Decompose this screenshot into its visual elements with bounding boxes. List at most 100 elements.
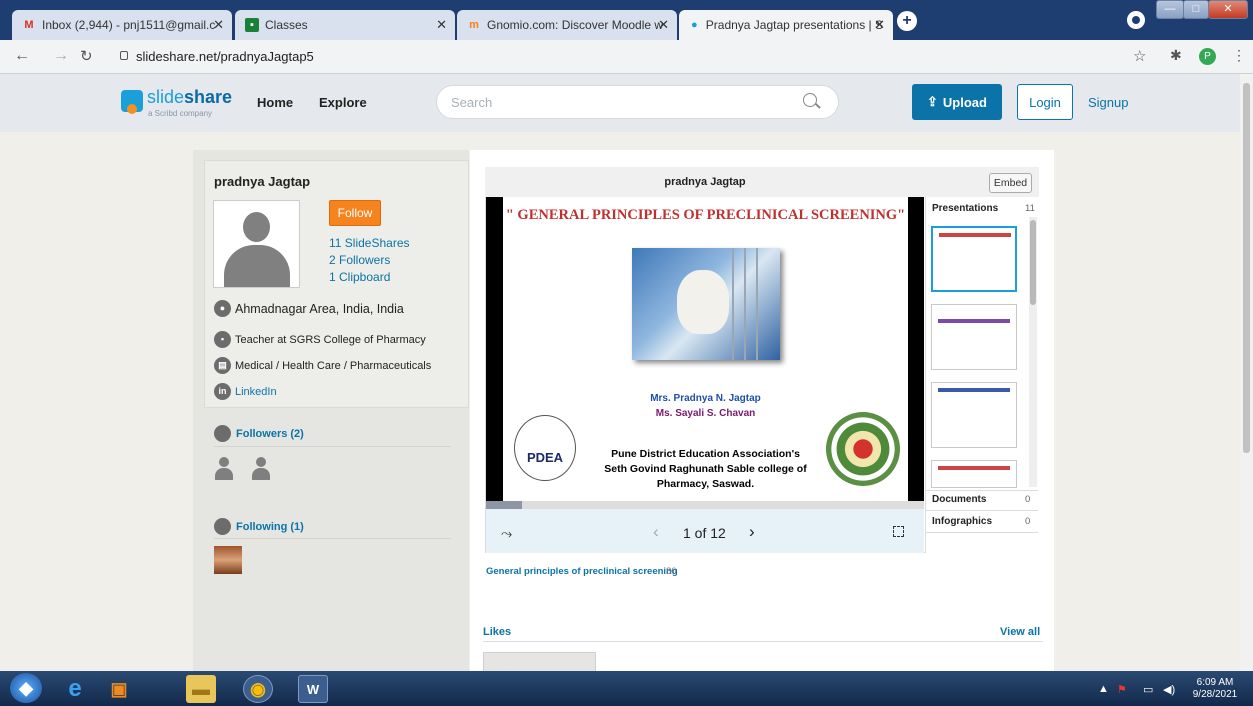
following-heading[interactable]: Following (1): [214, 518, 304, 535]
upload-icon: ⇪: [927, 94, 938, 109]
login-button[interactable]: Login: [1017, 84, 1073, 120]
presentation-title-link[interactable]: General principles of preclinical screen…: [486, 566, 678, 577]
documents-heading[interactable]: Documents: [932, 494, 986, 505]
divider: [214, 446, 451, 447]
presentation-thumbnail[interactable]: [931, 304, 1017, 370]
forward-icon[interactable]: →: [53, 47, 69, 65]
industry-row: ▤ Medical / Health Care / Pharmaceutical…: [214, 357, 431, 374]
url-field[interactable]: slideshare.net/pradnyaJagtap5: [136, 49, 314, 64]
search-input[interactable]: [436, 85, 839, 119]
back-icon[interactable]: ←: [14, 47, 30, 65]
presentations-count: 11: [1025, 203, 1035, 214]
followers-count-link[interactable]: 2 Followers: [329, 253, 390, 267]
next-slide-icon[interactable]: ›: [749, 522, 755, 542]
divider: [926, 490, 1038, 491]
briefcase-icon: ▪: [214, 331, 231, 348]
upload-button[interactable]: ⇪ Upload: [912, 84, 1002, 120]
profile-avatar[interactable]: P: [1199, 48, 1216, 65]
job-row: ▪ Teacher at SGRS College of Pharmacy: [214, 331, 426, 348]
chrome-icon[interactable]: ◉: [243, 675, 273, 703]
nav-home[interactable]: Home: [257, 95, 293, 110]
slide-author: Mrs. Pradnya N. Jagtap: [650, 393, 761, 404]
people-icon: [214, 518, 231, 535]
fullscreen-icon[interactable]: [893, 526, 904, 537]
network-icon[interactable]: ▭: [1143, 683, 1153, 696]
tab-title: Classes: [265, 18, 308, 32]
page-counter: 1 of 12: [683, 525, 726, 541]
follower-avatar-icon[interactable]: [252, 457, 270, 481]
close-icon[interactable]: ✕: [213, 17, 224, 33]
page-scrollbar-thumb[interactable]: [1243, 83, 1250, 453]
tab-slideshare[interactable]: ● Pradnya Jagtap presentations | S ✕: [679, 10, 893, 40]
extensions-icon[interactable]: ✱: [1170, 47, 1182, 64]
show-hidden-icons[interactable]: ▲: [1098, 683, 1109, 695]
followers-heading[interactable]: Followers (2): [214, 425, 304, 442]
close-icon[interactable]: ✕: [658, 17, 669, 33]
tab-gnomio[interactable]: m Gnomio.com: Discover Moodle w ✕: [457, 10, 677, 40]
embed-button[interactable]: Embed: [989, 173, 1032, 193]
slideshare-logo[interactable]: slideshare a Scribd company: [121, 87, 232, 120]
following-avatar[interactable]: [214, 546, 242, 574]
clipboard-count-link[interactable]: 1 Clipboard: [329, 270, 390, 284]
nav-explore[interactable]: Explore: [319, 95, 367, 110]
slide-rat-image: [632, 248, 780, 360]
star-icon[interactable]: ☆: [1133, 47, 1146, 65]
volume-icon[interactable]: ◀): [1163, 683, 1175, 696]
word-icon[interactable]: W: [298, 675, 328, 703]
slideshare-icon: ●: [691, 19, 698, 31]
college-seal: [826, 412, 900, 486]
internet-explorer-icon[interactable]: e: [60, 675, 90, 703]
slide-progress-bar[interactable]: [486, 501, 924, 509]
infographics-count: 0: [1025, 516, 1031, 527]
new-tab-button[interactable]: +: [897, 11, 917, 31]
viewer-title: pradnya Jagtap: [485, 167, 925, 197]
likes-heading: Likes: [483, 626, 512, 638]
maximize-button[interactable]: □: [1183, 0, 1209, 19]
presentation-thumbnail[interactable]: [931, 226, 1017, 292]
tab-classes[interactable]: ▪ Classes ✕: [235, 10, 455, 40]
menu-icon[interactable]: ⋮: [1232, 47, 1246, 64]
divider: [926, 532, 1038, 533]
slide-title: " GENERAL PRINCIPLES OF PRECLINICAL SCRE…: [505, 207, 906, 223]
close-window-button[interactable]: ✕: [1208, 0, 1248, 19]
tab-gmail[interactable]: M Inbox (2,944) - pnj1511@gmail.c ✕: [12, 10, 232, 40]
presentations-heading[interactable]: Presentations: [932, 203, 998, 214]
view-all-link[interactable]: View all: [1000, 626, 1040, 638]
address-bar: ← → ↻ slideshare.net/pradnyaJagtap5 ☆ ✱ …: [0, 40, 1253, 74]
thumbnail-scrollbar[interactable]: [1029, 217, 1037, 487]
gmail-icon: M: [24, 19, 34, 31]
follow-button[interactable]: Follow: [329, 200, 381, 226]
profile-name: pradnya Jagtap: [214, 174, 311, 189]
location-row: ● Ahmadnagar Area, India, India: [214, 300, 404, 317]
reload-icon[interactable]: ↻: [80, 47, 93, 65]
documents-count: 0: [1025, 494, 1031, 505]
infographics-heading[interactable]: Infographics: [932, 516, 992, 527]
signup-link[interactable]: Signup: [1088, 95, 1128, 110]
account-icon[interactable]: [1127, 11, 1145, 29]
system-clock[interactable]: 6:09 AM 9/28/2021: [1185, 677, 1245, 701]
linkedin-row[interactable]: in LinkedIn: [214, 383, 277, 400]
file-explorer-icon[interactable]: ▬: [186, 675, 216, 703]
close-icon[interactable]: ✕: [436, 17, 447, 33]
start-button[interactable]: ◆: [10, 673, 42, 703]
close-icon[interactable]: ✕: [874, 17, 885, 33]
people-icon: [214, 425, 231, 442]
presentation-thumbnail[interactable]: [931, 382, 1017, 448]
search-icon[interactable]: [803, 93, 817, 107]
lock-icon[interactable]: [120, 51, 128, 60]
media-player-icon[interactable]: ▣: [104, 675, 134, 703]
follower-avatar-icon[interactable]: [215, 457, 233, 481]
linkedin-icon: in: [214, 383, 231, 400]
tab-title: Gnomio.com: Discover Moodle w: [487, 18, 664, 32]
previous-slide-icon[interactable]: ‹: [653, 522, 659, 542]
action-center-icon[interactable]: ⚑: [1117, 683, 1127, 696]
slide-progress-fill: [486, 501, 523, 509]
moodle-icon: m: [469, 19, 479, 31]
presentation-thumbnail[interactable]: [931, 460, 1017, 488]
liked-presentation-thumbnail[interactable]: [483, 652, 596, 672]
slideshares-count-link[interactable]: 11 SlideShares: [329, 236, 410, 250]
share-icon[interactable]: ⤳: [501, 525, 512, 542]
pdea-logo: PDEA: [514, 415, 576, 481]
minimize-button[interactable]: —: [1156, 0, 1184, 19]
browser-tab-strip: M Inbox (2,944) - pnj1511@gmail.c ✕ ▪ Cl…: [0, 0, 1253, 40]
